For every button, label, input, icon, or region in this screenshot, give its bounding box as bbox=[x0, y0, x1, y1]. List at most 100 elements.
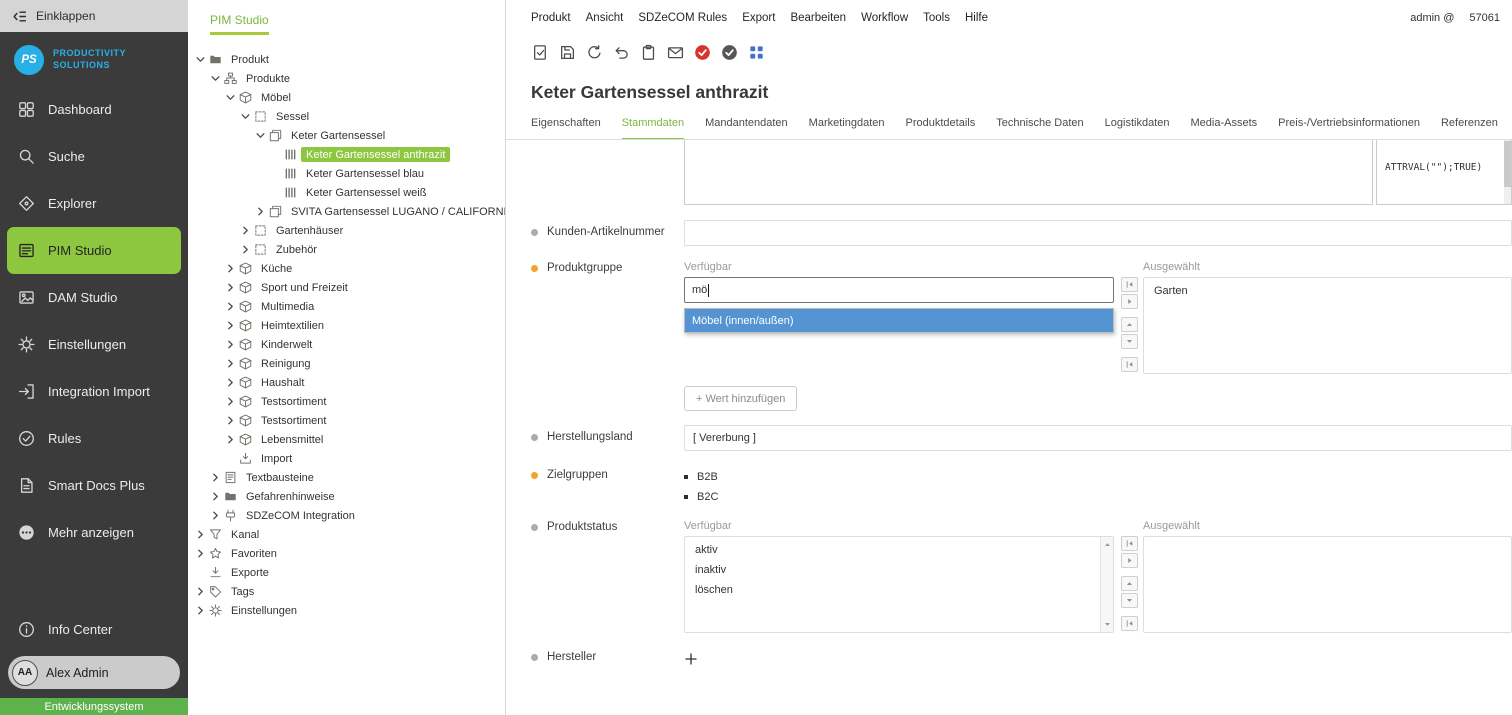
apps-button[interactable] bbox=[745, 41, 768, 64]
tree-node-produkt[interactable]: Produkt bbox=[188, 50, 505, 69]
undo-button[interactable] bbox=[610, 41, 633, 64]
tree-node-import[interactable]: Import bbox=[188, 449, 505, 468]
tab-stammdaten[interactable]: Stammdaten bbox=[622, 112, 684, 140]
chevron-right-icon[interactable] bbox=[194, 585, 207, 598]
tab-referenzen[interactable]: Referenzen bbox=[1441, 112, 1498, 139]
menu-produkt[interactable]: Produkt bbox=[531, 12, 571, 24]
option-inaktiv[interactable]: inaktiv bbox=[685, 560, 1113, 580]
sidebar-item-suche[interactable]: Suche bbox=[0, 133, 188, 180]
chevron-right-icon[interactable] bbox=[209, 471, 222, 484]
chevron-down-icon[interactable] bbox=[224, 91, 237, 104]
check-dark-button[interactable] bbox=[718, 41, 741, 64]
menu-bearbeiten[interactable]: Bearbeiten bbox=[790, 12, 846, 24]
chevron-down-icon[interactable] bbox=[209, 72, 222, 85]
option-aktiv[interactable]: aktiv bbox=[685, 540, 1113, 560]
tree-node-keter-gartensessel-blau[interactable]: Keter Gartensessel blau bbox=[188, 164, 505, 183]
chevron-right-icon[interactable] bbox=[194, 547, 207, 560]
menu-hilfe[interactable]: Hilfe bbox=[965, 12, 988, 24]
tree-tab-pim-studio[interactable]: PIM Studio bbox=[210, 13, 269, 35]
menu-sdzecom-rules[interactable]: SDZeCOM Rules bbox=[638, 12, 727, 24]
menu-ansicht[interactable]: Ansicht bbox=[586, 12, 624, 24]
tree-node-multimedia[interactable]: Multimedia bbox=[188, 297, 505, 316]
sidebar-item-einstellungen[interactable]: Einstellungen bbox=[0, 321, 188, 368]
chevron-right-icon[interactable] bbox=[224, 300, 237, 313]
sidebar-item-integration-import[interactable]: Integration Import bbox=[0, 368, 188, 415]
formula-panel[interactable]: ATTRVAL("");TRUE) bbox=[1376, 140, 1512, 205]
collapse-sidebar-button[interactable]: Einklappen bbox=[0, 0, 188, 32]
tree-node-reinigung[interactable]: Reinigung bbox=[188, 354, 505, 373]
tree-node-keter-gartensessel[interactable]: Keter Gartensessel bbox=[188, 126, 505, 145]
menu-workflow[interactable]: Workflow bbox=[861, 12, 908, 24]
chevron-right-icon[interactable] bbox=[209, 509, 222, 522]
chevron-down-icon[interactable] bbox=[194, 53, 207, 66]
tree-node-textbausteine[interactable]: Textbausteine bbox=[188, 468, 505, 487]
clipboard-button[interactable] bbox=[637, 41, 660, 64]
chevron-right-icon[interactable] bbox=[254, 205, 267, 218]
move-down-button[interactable] bbox=[1121, 593, 1138, 608]
tree-node-keter-gartensessel-anthrazit[interactable]: Keter Gartensessel anthrazit bbox=[188, 145, 505, 164]
doc-check-button[interactable] bbox=[529, 41, 552, 64]
tab-media-assets[interactable]: Media-Assets bbox=[1191, 112, 1258, 139]
tree-node-gefahrenhinweise[interactable]: Gefahrenhinweise bbox=[188, 487, 505, 506]
tree-node-gartenh-user[interactable]: Gartenhäuser bbox=[188, 221, 505, 240]
move-all-left-button[interactable] bbox=[1121, 616, 1138, 631]
tree-node-tags[interactable]: Tags bbox=[188, 582, 505, 601]
dropdown-option-m-bel-innen-au-en[interactable]: Möbel (innen/außen) bbox=[685, 309, 1113, 332]
produktgruppe-selected-list[interactable]: Garten bbox=[1143, 277, 1512, 374]
formula-scrollbar[interactable] bbox=[1504, 140, 1511, 204]
tree-node-k-che[interactable]: Küche bbox=[188, 259, 505, 278]
tree-node-sdzecom-integration[interactable]: SDZeCOM Integration bbox=[188, 506, 505, 525]
scroll-down-icon[interactable] bbox=[1103, 620, 1112, 629]
produktstatus-selected-list[interactable] bbox=[1143, 536, 1512, 633]
sidebar-item-pim-studio[interactable]: PIM Studio bbox=[7, 227, 181, 274]
tree-node-testsortiment[interactable]: Testsortiment bbox=[188, 392, 505, 411]
tree-node-kinderwelt[interactable]: Kinderwelt bbox=[188, 335, 505, 354]
tree-node-svita-gartensessel-lugano-california[interactable]: SVITA Gartensessel LUGANO / CALIFORNIA bbox=[188, 202, 505, 221]
tab-mandantendaten[interactable]: Mandantendaten bbox=[705, 112, 788, 139]
move-up-button[interactable] bbox=[1121, 317, 1138, 332]
tree-node-sport-und-freizeit[interactable]: Sport und Freizeit bbox=[188, 278, 505, 297]
tree-node-einstellungen[interactable]: Einstellungen bbox=[188, 601, 505, 620]
tree-node-favoriten[interactable]: Favoriten bbox=[188, 544, 505, 563]
menu-export[interactable]: Export bbox=[742, 12, 775, 24]
chevron-right-icon[interactable] bbox=[224, 395, 237, 408]
chevron-right-icon[interactable] bbox=[224, 338, 237, 351]
tree-node-heimtextilien[interactable]: Heimtextilien bbox=[188, 316, 505, 335]
sidebar-item-smart-docs-plus[interactable]: Smart Docs Plus bbox=[0, 462, 188, 509]
chevron-right-icon[interactable] bbox=[224, 319, 237, 332]
chevron-right-icon[interactable] bbox=[224, 414, 237, 427]
mail-button[interactable] bbox=[664, 41, 687, 64]
move-right-button[interactable] bbox=[1121, 553, 1138, 568]
add-hersteller-button[interactable] bbox=[684, 652, 698, 666]
description-textarea[interactable] bbox=[684, 140, 1373, 205]
chevron-right-icon[interactable] bbox=[224, 376, 237, 389]
move-all-left-button[interactable] bbox=[1121, 277, 1138, 292]
tree-node-produkte[interactable]: Produkte bbox=[188, 69, 505, 88]
sidebar-item-dam-studio[interactable]: DAM Studio bbox=[0, 274, 188, 321]
sidebar-item-rules[interactable]: Rules bbox=[0, 415, 188, 462]
tree-node-testsortiment[interactable]: Testsortiment bbox=[188, 411, 505, 430]
sidebar-item-dashboard[interactable]: Dashboard bbox=[0, 86, 188, 133]
chevron-right-icon[interactable] bbox=[209, 490, 222, 503]
move-up-button[interactable] bbox=[1121, 576, 1138, 591]
tab-technische-daten[interactable]: Technische Daten bbox=[996, 112, 1083, 139]
chevron-down-icon[interactable] bbox=[254, 129, 267, 142]
tree-node-lebensmittel[interactable]: Lebensmittel bbox=[188, 430, 505, 449]
chevron-right-icon[interactable] bbox=[224, 357, 237, 370]
tree-node-haushalt[interactable]: Haushalt bbox=[188, 373, 505, 392]
chevron-right-icon[interactable] bbox=[239, 224, 252, 237]
tab-eigenschaften[interactable]: Eigenschaften bbox=[531, 112, 601, 139]
chevron-right-icon[interactable] bbox=[194, 604, 207, 617]
add-value-button[interactable]: + Wert hinzufügen bbox=[684, 386, 797, 411]
chevron-down-icon[interactable] bbox=[239, 110, 252, 123]
move-down-button[interactable] bbox=[1121, 334, 1138, 349]
option-l-schen[interactable]: löschen bbox=[685, 580, 1113, 600]
tab-produktdetails[interactable]: Produktdetails bbox=[906, 112, 976, 139]
move-all-left-button[interactable] bbox=[1121, 536, 1138, 551]
chevron-right-icon[interactable] bbox=[239, 243, 252, 256]
refresh-button[interactable] bbox=[583, 41, 606, 64]
chevron-right-icon[interactable] bbox=[224, 262, 237, 275]
chevron-right-icon[interactable] bbox=[224, 433, 237, 446]
tree-node-kanal[interactable]: Kanal bbox=[188, 525, 505, 544]
save-button[interactable] bbox=[556, 41, 579, 64]
